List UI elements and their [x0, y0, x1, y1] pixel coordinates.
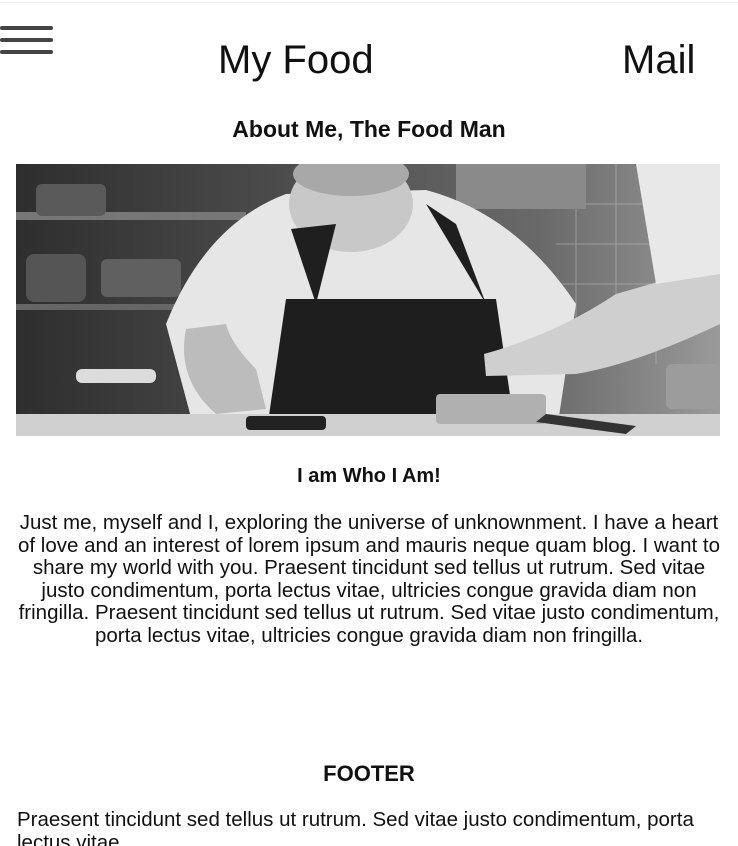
footer-paragraph: Praesent tincidunt sed tellus ut rutrum.…	[17, 808, 694, 846]
menu-bar	[0, 38, 53, 42]
page-title: About Me, The Food Man	[232, 116, 506, 142]
menu-bar	[0, 26, 53, 30]
about-paragraph: Just me, myself and I, exploring the uni…	[18, 511, 720, 647]
top-divider	[0, 2, 738, 3]
chef-photo	[16, 164, 720, 436]
footer-title: FOOTER	[323, 761, 415, 786]
nav-brand-link[interactable]: My Food	[218, 36, 374, 84]
section-subtitle: I am Who I Am!	[297, 465, 441, 487]
menu-bar	[0, 50, 53, 54]
hamburger-menu-icon[interactable]	[0, 26, 54, 56]
nav-mail-link[interactable]: Mail	[622, 36, 695, 84]
page: My Food Mail About Me, The Food Man I am…	[0, 0, 738, 846]
